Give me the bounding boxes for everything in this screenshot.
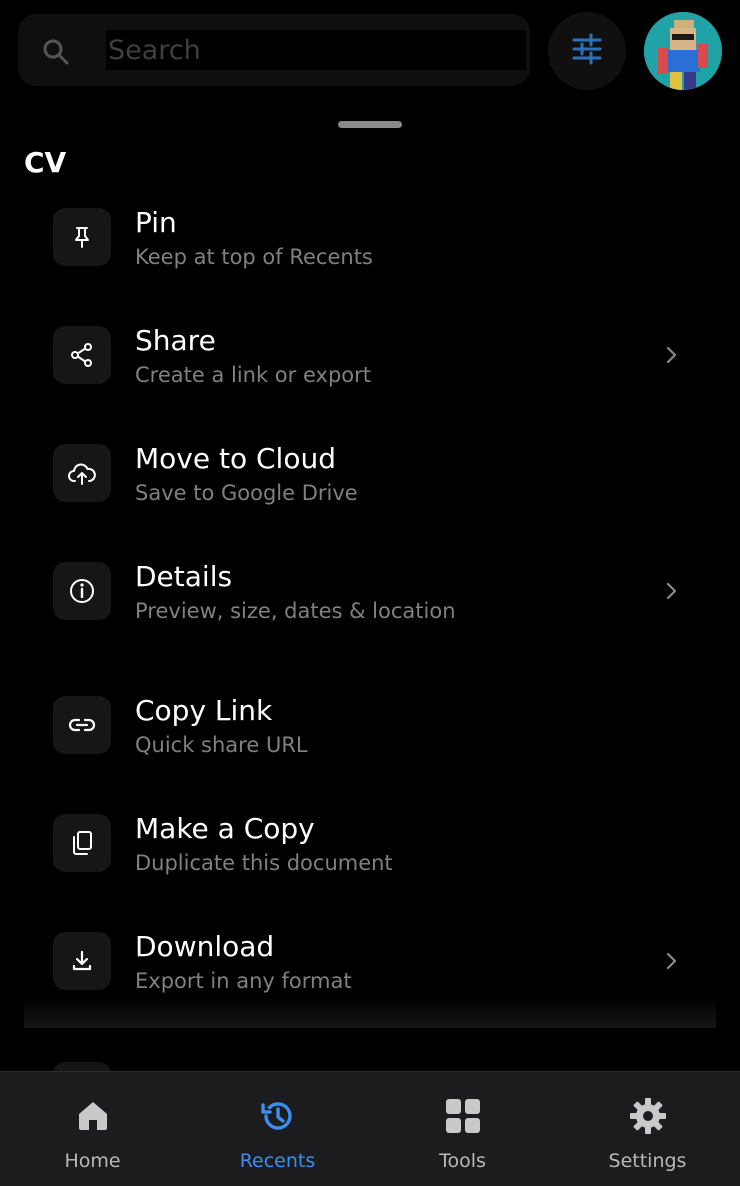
chevron-right-icon: [663, 344, 681, 366]
menu-item-subtitle: Save to Google Drive: [135, 481, 358, 505]
share-icon: [53, 326, 111, 384]
avatar[interactable]: [644, 12, 722, 90]
menu-item-subtitle: Create a link or export: [135, 363, 371, 387]
menu-item-move-to-cloud[interactable]: Move to Cloud Save to Google Drive: [0, 436, 740, 536]
nav-recents-label: Recents: [239, 1150, 316, 1172]
history-icon: [258, 1096, 298, 1136]
menu-item-label: Download: [135, 930, 275, 963]
nav-tools-label: Tools: [439, 1150, 486, 1172]
nav-recents[interactable]: Recents: [185, 1072, 370, 1186]
menu-item-label: Copy Link: [135, 694, 273, 727]
menu-item-label: Share: [135, 324, 216, 357]
menu-item-subtitle: Duplicate this document: [135, 851, 393, 875]
chevron-right-icon: [663, 950, 681, 972]
menu-item-subtitle: Export in any format: [135, 969, 352, 993]
menu-item-details[interactable]: Details Preview, size, dates & location: [0, 554, 740, 654]
sheet-grabber[interactable]: [338, 121, 402, 128]
avatar-image-icon: [644, 12, 722, 90]
grid-icon: [443, 1096, 483, 1136]
search-bar[interactable]: [18, 14, 530, 86]
menu-item-label: Pin: [135, 206, 177, 239]
nav-settings-label: Settings: [608, 1150, 687, 1172]
filter-button[interactable]: [548, 12, 626, 90]
search-icon: [42, 38, 70, 66]
menu-item-label: Details: [135, 560, 233, 593]
bottom-navigation: Home Recents Tools Settings: [0, 1071, 740, 1186]
menu-item-subtitle: Keep at top of Recents: [135, 245, 373, 269]
cloud-upload-icon: [53, 444, 111, 502]
nav-home[interactable]: Home: [0, 1072, 185, 1186]
sheet-title: CV: [24, 146, 67, 179]
copy-icon: [53, 814, 111, 872]
menu-item-share[interactable]: Share Create a link or export: [0, 318, 740, 418]
recents-screen: CV Pin Keep at top of Recents Share Crea…: [0, 0, 740, 1186]
chevron-right-icon: [663, 580, 681, 602]
nav-tools[interactable]: Tools: [370, 1072, 555, 1186]
menu-item-label: Move to Cloud: [135, 442, 336, 475]
menu-item-make-a-copy[interactable]: Make a Copy Duplicate this document: [0, 806, 740, 906]
menu-item-subtitle: Preview, size, dates & location: [135, 599, 456, 623]
menu-item-pin[interactable]: Pin Keep at top of Recents: [0, 200, 740, 300]
search-input[interactable]: [106, 30, 526, 70]
menu-item-label: Make a Copy: [135, 812, 315, 845]
link-icon: [53, 696, 111, 754]
nav-settings[interactable]: Settings: [555, 1072, 740, 1186]
nav-home-label: Home: [64, 1150, 121, 1172]
download-icon: [53, 932, 111, 990]
gear-icon: [628, 1096, 668, 1136]
sliders-icon: [570, 32, 604, 70]
info-icon: [53, 562, 111, 620]
pin-icon: [53, 208, 111, 266]
home-icon: [73, 1096, 113, 1136]
sheet-fade-divider: [24, 996, 716, 1028]
menu-item-copy-link[interactable]: Copy Link Quick share URL: [0, 688, 740, 788]
menu-item-subtitle: Quick share URL: [135, 733, 308, 757]
